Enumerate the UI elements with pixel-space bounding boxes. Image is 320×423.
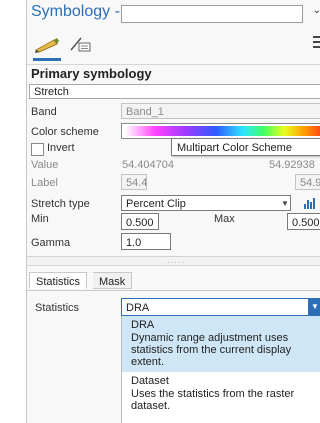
option-description: Uses the statistics from the raster data… (131, 388, 295, 412)
option-title: Dataset (131, 375, 169, 387)
option-description: Dynamic range adjustment uses statistics… (131, 332, 292, 368)
vary-symbology-tab[interactable] (69, 32, 93, 58)
max-label: Max (214, 213, 235, 225)
value-label: Value (31, 159, 59, 171)
label-max-field[interactable]: 54.9 (295, 174, 320, 190)
option-dra[interactable]: DRA Dynamic range adjustment uses statis… (122, 316, 320, 372)
label-label: Label (31, 177, 58, 189)
statistics-selected-value: DRA (126, 302, 150, 314)
symbology-toolbar (27, 26, 320, 65)
symbology-pane: Symbology - ⌄ Prim (26, 0, 320, 423)
gamma-label: Gamma (31, 237, 71, 249)
pane-titlebar: Symbology - ⌄ (27, 0, 320, 26)
grip-icon: ····· (167, 258, 186, 267)
max-input[interactable]: 0.500 (287, 213, 320, 230)
chevron-down-icon[interactable]: ▼ (308, 299, 320, 315)
band-label: Band (31, 106, 57, 118)
chevron-down-icon: ▼ (281, 199, 289, 208)
label-min-field[interactable]: 54.4 (121, 174, 147, 190)
hamburger-menu-icon[interactable] (313, 36, 320, 51)
invert-checkbox[interactable] (31, 143, 44, 156)
min-label: Min (31, 213, 49, 225)
histogram-icon[interactable] (303, 196, 317, 210)
statistics-label: Statistics (35, 302, 80, 314)
value-min: 54.404704 (122, 159, 174, 171)
option-title: DRA (131, 319, 155, 331)
page: Symbology - ⌄ Prim (0, 0, 320, 423)
vary-symbology-icon (70, 37, 91, 52)
primary-symbology-heading: Primary symbology (31, 66, 152, 81)
tab-mask[interactable]: Mask (93, 272, 133, 289)
invert-label: Invert (47, 142, 75, 154)
pane-options-chevron-icon[interactable]: ⌄ (313, 5, 320, 16)
stretch-type-label: Stretch type (31, 198, 90, 210)
color-scheme-dropdown[interactable] (121, 123, 320, 139)
layer-name-input[interactable] (121, 5, 303, 23)
statistics-dropdown[interactable]: DRA ▼ (121, 298, 320, 316)
pane-title: Symbology - (31, 3, 120, 20)
color-scheme-label: Color scheme (31, 126, 99, 138)
gamma-input[interactable]: 1.0 (121, 233, 171, 250)
tab-strip: Statistics Mask (27, 270, 320, 291)
band-dropdown[interactable]: Band_1 (121, 103, 320, 119)
renderer-dropdown[interactable]: Stretch (29, 84, 320, 99)
primary-symbology-tab[interactable] (33, 32, 61, 61)
value-max: 54.92938 (269, 159, 315, 171)
stretch-type-dropdown[interactable]: Percent Clip (121, 195, 291, 211)
color-scheme-tooltip: Multipart Color Scheme (171, 138, 320, 156)
min-input[interactable]: 0.500 (121, 213, 159, 230)
tab-statistics[interactable]: Statistics (29, 272, 88, 289)
pencil-symbol-icon (35, 38, 59, 53)
statistics-options-list: DRA Dynamic range adjustment uses statis… (121, 316, 320, 423)
pane-splitter[interactable]: ····· (27, 256, 320, 267)
option-dataset[interactable]: Dataset Uses the statistics from the ras… (122, 372, 320, 418)
color-ramp (125, 126, 320, 136)
